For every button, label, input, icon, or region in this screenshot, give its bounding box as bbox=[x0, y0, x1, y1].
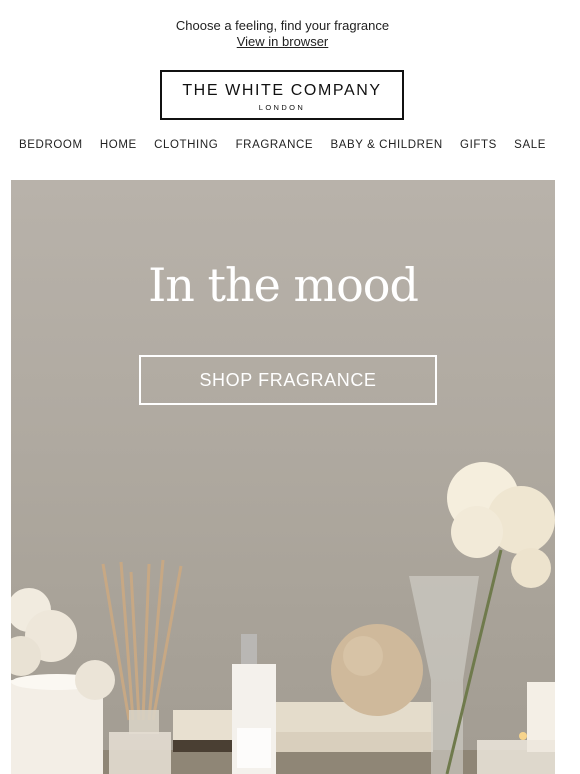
logo-brand-text: THE WHITE COMPANY bbox=[182, 82, 382, 99]
main-navigation: BEDROOM HOME CLOTHING FRAGRANCE BABY & C… bbox=[0, 139, 565, 151]
view-in-browser-link[interactable]: View in browser bbox=[237, 34, 329, 50]
nav-item-sale[interactable]: SALE bbox=[514, 139, 546, 151]
nav-item-home[interactable]: HOME bbox=[100, 139, 137, 151]
nav-item-clothing[interactable]: CLOTHING bbox=[154, 139, 218, 151]
preheader-text: Choose a feeling, find your fragrance bbox=[175, 18, 390, 33]
nav-item-baby-children[interactable]: BABY & CHILDREN bbox=[330, 139, 442, 151]
nav-item-fragrance[interactable]: FRAGRANCE bbox=[236, 139, 314, 151]
brand-logo[interactable]: THE WHITE COMPANY LONDON bbox=[160, 70, 404, 120]
preheader: Choose a feeling, find your fragrance Vi… bbox=[0, 18, 565, 50]
nav-item-gifts[interactable]: GIFTS bbox=[460, 139, 497, 151]
hero-title: In the mood bbox=[148, 258, 419, 312]
shop-fragrance-button[interactable]: SHOP FRAGRANCE bbox=[139, 355, 437, 405]
nav-item-bedroom[interactable]: BEDROOM bbox=[19, 139, 83, 151]
logo-city-text: LONDON bbox=[258, 103, 306, 112]
hero-banner[interactable]: In the mood SHOP FRAGRANCE bbox=[11, 180, 555, 774]
